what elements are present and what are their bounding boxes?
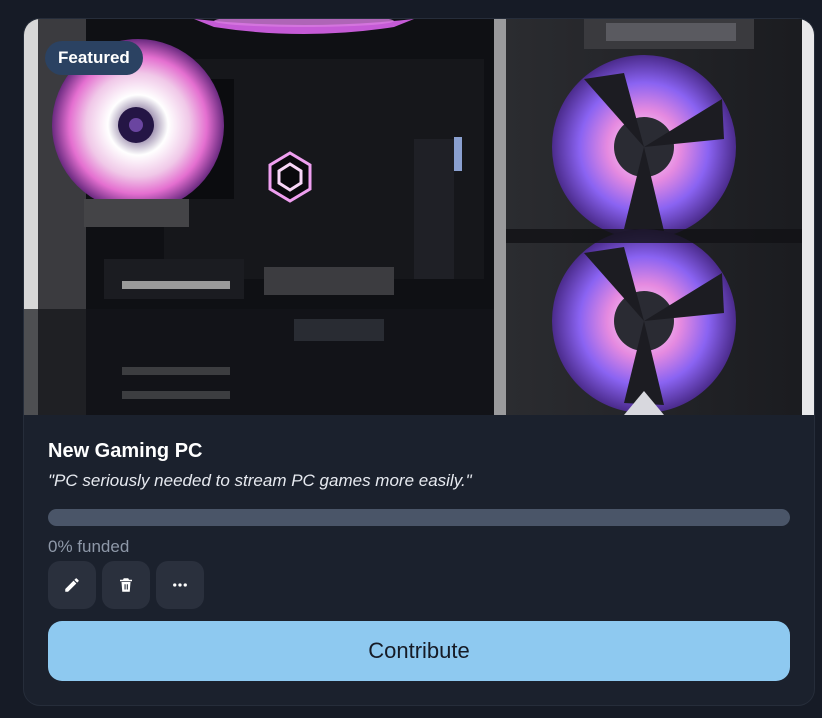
trash-icon [117, 576, 135, 594]
funded-label: 0% funded [48, 537, 130, 556]
campaign-image: Featured [24, 19, 814, 415]
pencil-icon [63, 576, 81, 594]
edit-button[interactable] [48, 561, 96, 609]
more-button[interactable] [156, 561, 204, 609]
campaign-card: Featured New Gaming PC "PC seriously nee… [24, 19, 814, 705]
ellipsis-icon [171, 576, 189, 594]
delete-button[interactable] [102, 561, 150, 609]
funding-progress-bar [48, 509, 790, 526]
campaign-title: New Gaming PC [48, 440, 203, 462]
action-buttons [48, 561, 204, 609]
campaign-description: "PC seriously needed to stream PC games … [48, 471, 472, 490]
featured-badge: Featured [45, 41, 143, 75]
contribute-button[interactable]: Contribute [48, 621, 790, 681]
gaming-pc-photo [24, 19, 814, 415]
